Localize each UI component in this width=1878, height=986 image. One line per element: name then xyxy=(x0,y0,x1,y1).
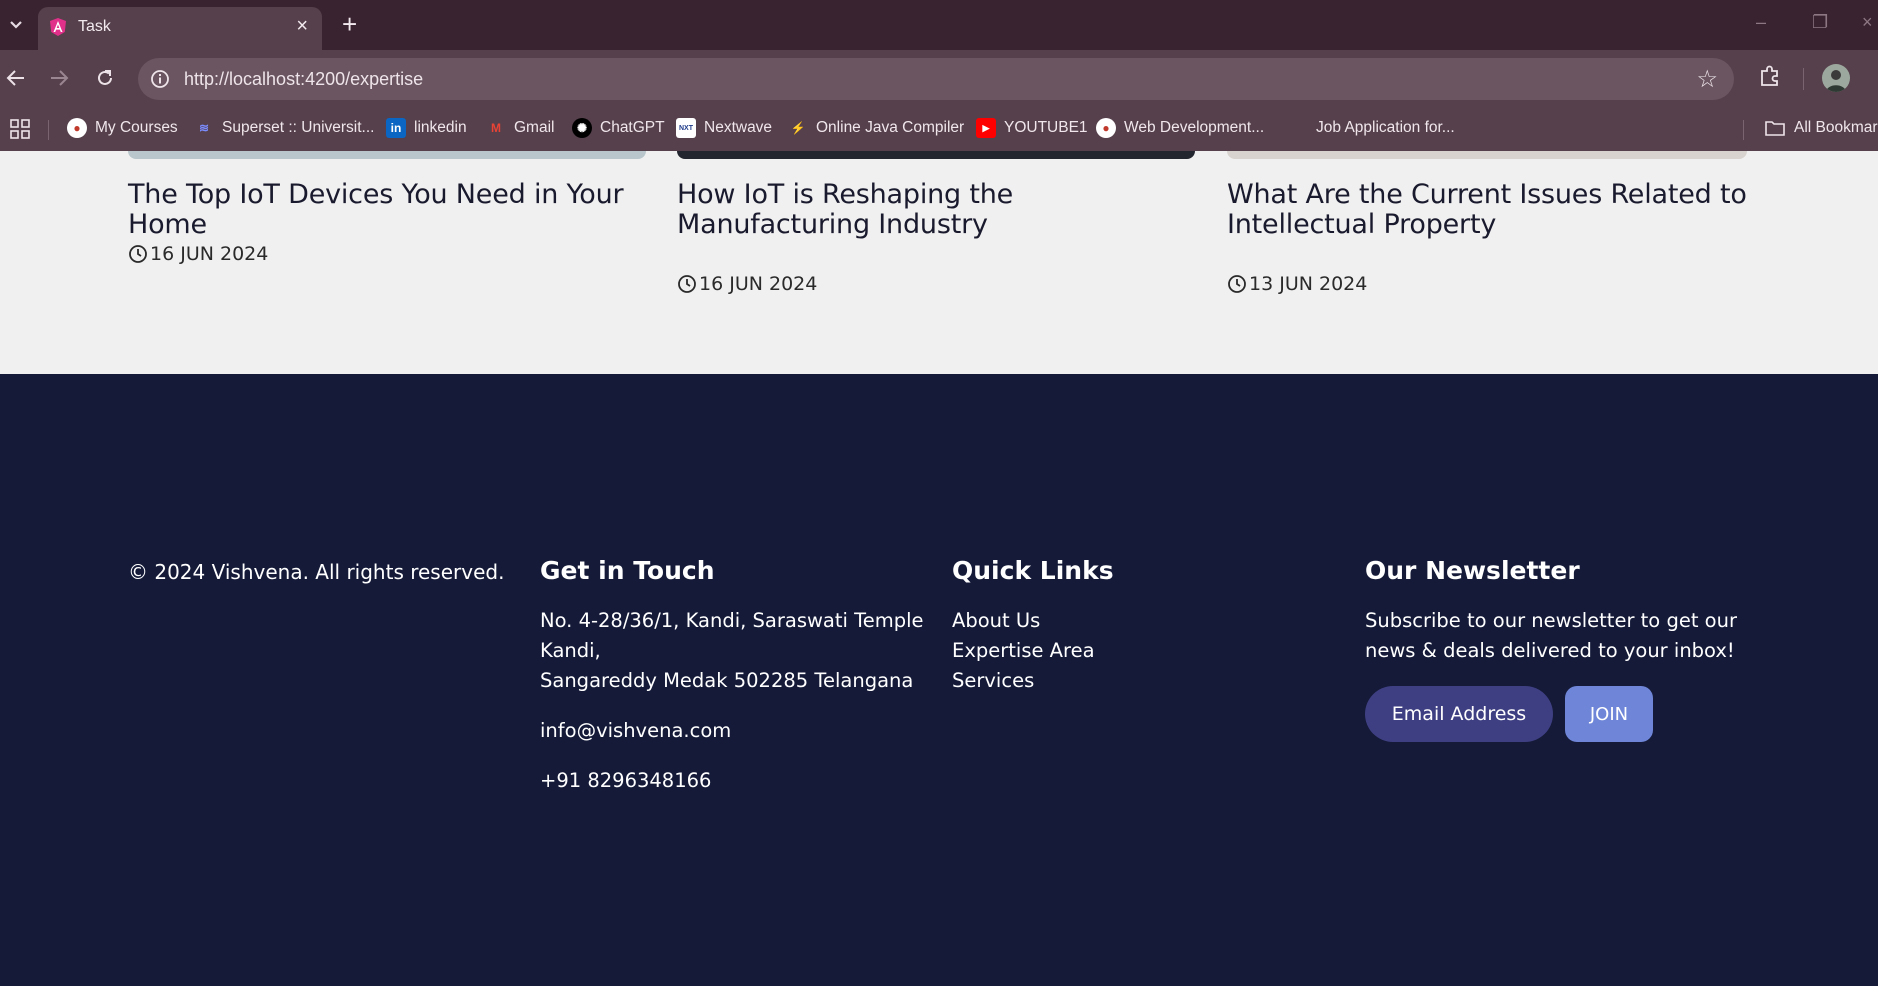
bookmark-web-development[interactable]: ● Web Development... xyxy=(1096,117,1264,139)
bookmark-youtube[interactable]: ▶ YOUTUBE1 xyxy=(976,117,1088,139)
back-arrow-icon[interactable] xyxy=(2,64,30,92)
url-text: http://localhost:4200/expertise xyxy=(184,69,424,89)
bookmark-label: Gmail xyxy=(514,119,555,136)
bookmarks-separator xyxy=(1743,120,1744,140)
bookmark-superset[interactable]: ≋ Superset :: Universit... xyxy=(194,117,375,139)
newsletter-text-line-1: Subscribe to our newsletter to get our xyxy=(1365,609,1737,632)
bookmark-label: Nextwave xyxy=(704,119,773,136)
bookmark-chatgpt[interactable]: ✺ ChatGPT xyxy=(572,117,665,139)
bookmark-label: linkedin xyxy=(414,119,467,136)
article-title[interactable]: What Are the Current Issues Related to I… xyxy=(1227,180,1747,240)
get-in-touch-heading: Get in Touch xyxy=(540,556,715,585)
bookmarks-bar: ● My Courses ≋ Superset :: Universit... … xyxy=(0,106,1878,151)
all-bookmarks-folder[interactable]: All Bookmarks xyxy=(1764,117,1878,139)
bookmark-star-icon[interactable]: ☆ xyxy=(1696,65,1718,94)
bookmark-job-application[interactable]: Job Application for... xyxy=(1316,117,1455,139)
article-date: 16 JUN 2024 xyxy=(128,243,268,265)
toolbar-separator xyxy=(1803,68,1804,90)
browser-tab-bar: Task × + – ❐ × xyxy=(0,0,1878,50)
bookmark-label: Web Development... xyxy=(1124,119,1265,136)
newsletter-text-line-2: news & deals delivered to your inbox! xyxy=(1365,639,1735,662)
bookmark-nextwave[interactable]: NXT Nextwave xyxy=(676,117,772,139)
superset-logo-icon: ≋ xyxy=(198,121,210,135)
tab-list-chevron-icon[interactable] xyxy=(4,13,28,37)
bookmark-label: Online Java Compiler xyxy=(816,119,965,136)
course-logo-icon: ● xyxy=(1096,118,1116,138)
copyright-text: © 2024 Vishvena. All rights reserved. xyxy=(128,560,505,584)
contact-phone[interactable]: +91 8296348166 xyxy=(540,766,711,796)
clock-icon xyxy=(129,245,147,263)
chatgpt-icon: ✺ xyxy=(572,118,592,138)
tab-close-icon[interactable]: × xyxy=(296,16,308,36)
quick-link-expertise-area[interactable]: Expertise Area xyxy=(952,636,1095,666)
quick-link-services[interactable]: Services xyxy=(952,666,1034,696)
restore-icon[interactable]: ❐ xyxy=(1812,12,1828,33)
article-image[interactable] xyxy=(1227,151,1747,159)
forward-arrow-icon[interactable] xyxy=(45,64,73,92)
article-date-text: 16 JUN 2024 xyxy=(699,273,818,295)
address-bar[interactable]: http://localhost:4200/expertise ☆ xyxy=(138,58,1734,100)
article-image[interactable] xyxy=(677,151,1195,159)
newsletter-email-input[interactable]: Email Address xyxy=(1365,686,1553,742)
browser-tab-active[interactable]: Task × xyxy=(38,7,322,50)
reload-icon[interactable] xyxy=(91,64,119,92)
site-footer: © 2024 Vishvena. All rights reserved. Ge… xyxy=(0,374,1878,986)
clock-icon xyxy=(678,275,696,293)
folder-icon xyxy=(1765,121,1785,136)
nextwave-icon: NXT xyxy=(676,118,696,138)
bookmark-label: Superset :: Universit... xyxy=(222,119,375,136)
course-logo-icon: ● xyxy=(67,118,87,138)
article-title[interactable]: How IoT is Reshaping the Manufacturing I… xyxy=(677,180,1197,240)
quick-links-heading: Quick Links xyxy=(952,556,1114,585)
newsletter-heading: Our Newsletter xyxy=(1365,556,1580,585)
address-line-2: Kandi, xyxy=(540,639,601,662)
article-title[interactable]: The Top IoT Devices You Need in Your Hom… xyxy=(128,180,648,240)
bookmark-label: My Courses xyxy=(95,119,178,136)
apps-grid-icon[interactable] xyxy=(10,119,30,139)
address-line-1: No. 4-28/36/1, Kandi, Saraswati Temple xyxy=(540,609,924,632)
angular-favicon-icon xyxy=(50,18,66,36)
article-date-text: 16 JUN 2024 xyxy=(150,243,269,265)
gmail-icon: M xyxy=(491,121,501,135)
bookmarks-separator xyxy=(48,120,49,140)
youtube-icon: ▶ xyxy=(976,118,996,138)
contact-email[interactable]: info@vishvena.com xyxy=(540,716,731,746)
article-image[interactable] xyxy=(128,151,646,159)
article-date-text: 13 JUN 2024 xyxy=(1249,273,1368,295)
browser-toolbar: http://localhost:4200/expertise ☆ xyxy=(0,50,1878,106)
clock-icon xyxy=(1228,275,1246,293)
newsletter-join-button[interactable]: JOIN xyxy=(1565,686,1653,742)
bookmark-linkedin[interactable]: in linkedin xyxy=(386,117,467,139)
site-info-icon[interactable] xyxy=(148,67,172,91)
article-date: 16 JUN 2024 xyxy=(677,273,817,295)
linkedin-icon: in xyxy=(386,118,406,138)
all-bookmarks-label: All Bookmarks xyxy=(1794,119,1878,136)
profile-avatar[interactable] xyxy=(1822,64,1850,92)
bookmark-label: Job Application for... xyxy=(1316,119,1455,136)
bookmark-label: YOUTUBE1 xyxy=(1004,119,1088,136)
bookmark-java-compiler[interactable]: ⚡ Online Java Compiler xyxy=(788,117,965,139)
article-date: 13 JUN 2024 xyxy=(1227,273,1367,295)
tab-title: Task xyxy=(78,18,111,35)
bookmark-label: ChatGPT xyxy=(600,119,665,136)
article-cards-section: The Top IoT Devices You Need in Your Hom… xyxy=(0,151,1878,374)
bookmark-my-courses[interactable]: ● My Courses xyxy=(67,117,178,139)
close-window-icon[interactable]: × xyxy=(1862,12,1873,33)
quick-link-about-us[interactable]: About Us xyxy=(952,606,1040,636)
extensions-puzzle-icon[interactable] xyxy=(1756,62,1784,90)
address-line-3: Sangareddy Medak 502285 Telangana xyxy=(540,669,914,692)
new-tab-plus-icon[interactable]: + xyxy=(342,10,357,38)
bookmark-gmail[interactable]: M Gmail xyxy=(486,117,554,139)
minimize-icon[interactable]: – xyxy=(1756,12,1766,33)
compiler-icon: ⚡ xyxy=(790,121,806,135)
